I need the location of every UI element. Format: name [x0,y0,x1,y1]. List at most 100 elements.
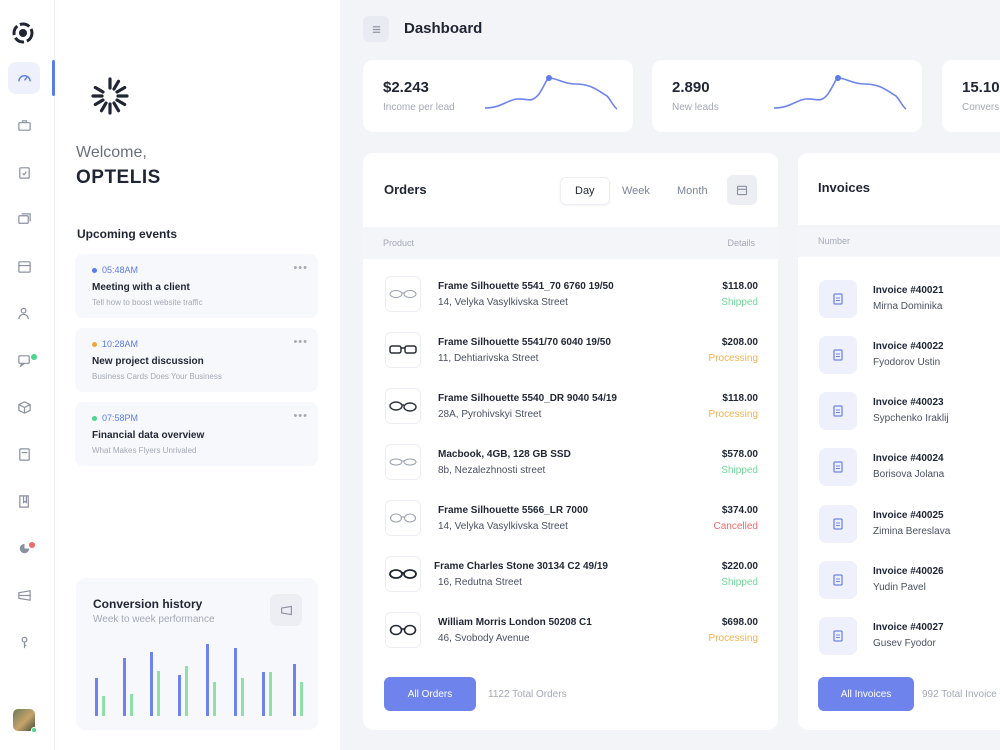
invoice-icon [833,518,843,530]
glasses-icon [389,458,417,466]
rail-item-tickets[interactable] [8,579,40,611]
invoice-number: Invoice #40024 [873,453,944,464]
invoice-row[interactable]: Invoice #40022 Fyodorov Ustin [798,331,1000,387]
more-options-icon[interactable]: ••• [293,262,308,274]
event-title: New project discussion [92,356,204,367]
invoice-number: Invoice #40022 [873,341,944,352]
invoice-row[interactable]: Invoice #40025 Zimina Bereslava [798,500,1000,556]
welcome-text: Welcome, [76,144,147,161]
order-status: Processing [708,409,758,420]
more-options-icon[interactable]: ••• [293,410,308,422]
page-title: Dashboard [404,20,483,37]
online-status-dot [31,727,37,733]
orders-title: Orders [384,182,427,197]
conversion-options-button[interactable] [270,594,302,626]
invoice-customer: Yudin Pavel [873,582,926,593]
range-tab-month[interactable]: Month [663,177,722,205]
rail-item-box[interactable] [8,391,40,423]
product-thumbnail [385,388,421,424]
rail-item-briefcase[interactable] [8,109,40,141]
event-card[interactable]: 10:28AM ••• New project discussion Busin… [75,328,318,392]
invoice-number: Invoice #40027 [873,622,944,633]
invoice-thumbnail [819,336,857,374]
kpi-value: 2.890 [672,79,710,96]
order-price: $220.00 [721,561,758,572]
rail-item-book[interactable] [8,485,40,517]
order-price: $698.00 [721,617,758,628]
chart-bar [293,664,296,716]
document-icon [18,447,30,461]
rail-item-access[interactable] [8,626,40,658]
order-row[interactable]: Frame Charles Stone 30134 C2 49/19 16, R… [363,547,778,603]
rail-item-layers[interactable] [8,203,40,235]
rail-item-calendar[interactable] [8,250,40,282]
product-address: 16, Redutna Street [438,577,522,588]
product-address: 11, Dehtiarivska Street [438,353,539,364]
invoice-number: Invoice #40025 [873,510,944,521]
kpi-card-conversion[interactable]: 15.10 Convers [942,60,1000,132]
product-name: Frame Silhouette 5541/70 6040 19/50 [438,337,611,348]
clipboard-check-icon [18,166,30,179]
all-invoices-button[interactable]: All Invoices [818,677,914,711]
invoice-row[interactable]: Invoice #40027 Gusev Fyodor [798,612,1000,668]
rail-item-chat[interactable] [8,344,40,376]
glasses-icon [389,569,417,579]
invoice-thumbnail [819,505,857,543]
rail-item-reports[interactable] [8,532,40,564]
more-options-icon[interactable]: ••• [293,336,308,348]
order-row[interactable]: Frame Silhouette 5540_DR 9040 54/19 28A,… [363,379,778,435]
reports-notification-dot [29,542,35,548]
invoice-row[interactable]: Invoice #40024 Borisova Jolana [798,443,1000,499]
event-card[interactable]: 07:58PM ••• Financial data overview What… [75,402,318,466]
order-status: Shipped [721,465,758,476]
event-title: Meeting with a client [92,282,190,293]
invoice-customer: Zimina Bereslava [873,526,951,537]
chat-notification-dot [31,354,37,360]
app-logo-icon[interactable] [12,22,34,44]
order-row[interactable]: William Morris London 50208 C1 46, Svobo… [363,603,778,659]
all-orders-button[interactable]: All Orders [384,677,476,711]
invoice-number: Invoice #40026 [873,566,944,577]
kpi-sparkline [484,75,618,110]
event-time: 05:48AM [102,265,139,275]
event-color-dot [92,342,97,347]
product-thumbnail [385,500,421,536]
rail-item-tasks[interactable] [8,156,40,188]
chart-bar [262,672,265,716]
event-subtitle: Business Cards Does Your Business [92,372,222,381]
invoice-row[interactable]: Invoice #40021 Mirna Dominika [798,275,1000,331]
order-row[interactable]: Macbook, 4GB, 128 GB SSD 8b, Nezalezhnos… [363,435,778,491]
menu-toggle-button[interactable] [363,16,389,42]
briefcase-icon [17,119,31,131]
orders-card: Orders Day Week Month Product Details Fr… [363,153,778,730]
rail-item-documents[interactable] [8,438,40,470]
event-card[interactable]: 05:48AM ••• Meeting with a client Tell h… [75,254,318,318]
range-tab-week[interactable]: Week [608,177,664,205]
invoices-title: Invoices [818,180,871,195]
conversion-bar-chart [95,644,303,716]
brand-logo-icon [91,77,129,115]
order-status: Shipped [721,577,758,588]
kpi-card-leads[interactable]: 2.890 New leads [652,60,922,132]
invoice-customer: Borisova Jolana [873,469,945,480]
invoice-thumbnail [819,617,857,655]
invoice-customer: Gusev Fyodor [873,638,936,649]
kpi-label: Convers [962,102,1000,113]
rail-item-dashboard[interactable] [8,62,40,94]
order-status: Cancelled [713,521,758,532]
kpi-card-income[interactable]: $2.243 Income per lead [363,60,633,132]
invoice-row[interactable]: Invoice #40026 Yudin Pavel [798,556,1000,612]
conversion-title: Conversion history [93,597,203,611]
range-tab-day[interactable]: Day [560,177,610,205]
order-row[interactable]: Frame Silhouette 5541/70 6040 19/50 11, … [363,323,778,379]
conversion-history-card: Conversion history Week to week performa… [76,578,318,730]
total-orders-count: 1122 Total Orders [488,689,567,700]
invoice-row[interactable]: Invoice #40023 Sypchenko Iraklij [798,387,1000,443]
invoice-icon [833,349,843,361]
date-picker-button[interactable] [727,175,757,205]
invoices-table-header: Number [798,225,1000,257]
order-row[interactable]: Frame Silhouette 5541_70 6760 19/50 14, … [363,267,778,323]
rail-item-users[interactable] [8,297,40,329]
order-row[interactable]: Frame Silhouette 5566_LR 7000 14, Velyka… [363,491,778,547]
chart-bar [234,648,237,716]
